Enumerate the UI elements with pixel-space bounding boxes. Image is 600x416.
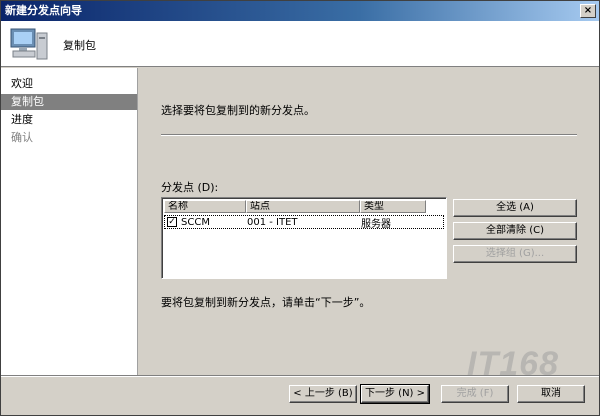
wizard-header: 复制包	[1, 21, 599, 67]
page-title: 复制包	[63, 39, 96, 52]
watermark: IT168	[467, 345, 559, 383]
window-title: 新建分发点向导	[5, 4, 82, 17]
close-button[interactable]: ×	[580, 4, 596, 18]
step-copy-package: 复制包	[1, 94, 137, 110]
step-welcome: 欢迎	[11, 77, 33, 90]
cancel-button[interactable]: 取消	[517, 385, 585, 403]
hint-text: 要将包复制到新分发点，请单击“下一步”。	[161, 296, 371, 309]
checkbox[interactable]: ✓	[167, 217, 177, 227]
column-type[interactable]: 类型	[360, 200, 426, 213]
column-name[interactable]: 名称	[164, 200, 246, 213]
step-progress: 进度	[11, 113, 33, 126]
title-bar: 新建分发点向导 ×	[1, 1, 599, 21]
step-confirm: 确认	[11, 131, 33, 144]
next-button[interactable]: 下一步 (N) >	[360, 384, 430, 404]
finish-button[interactable]: 完成 (F)	[441, 385, 509, 403]
computer-icon	[10, 28, 48, 60]
column-site[interactable]: 站点	[246, 200, 360, 213]
distribution-points-label: 分发点 (D):	[161, 181, 219, 194]
item-type: 服务器	[361, 218, 391, 230]
item-site: 001 - ITET	[247, 216, 298, 228]
distribution-points-list[interactable]: 名称 站点 类型 ✓ SCCM 001 - ITET 服务器	[161, 197, 447, 279]
select-group-button[interactable]: 选择组 (G)...	[453, 245, 577, 263]
back-button[interactable]: < 上一步 (B)	[289, 385, 357, 403]
list-item[interactable]: ✓ SCCM 001 - ITET 服务器	[164, 215, 444, 230]
select-all-button[interactable]: 全选 (A)	[453, 199, 577, 217]
list-header: 名称 站点 类型	[164, 200, 444, 213]
content-pane: 选择要将包复制到的新分发点。 分发点 (D): 名称 站点 类型 ✓ SCCM …	[139, 68, 599, 375]
divider	[161, 134, 577, 136]
steps-pane: 欢迎 复制包 进度 确认	[1, 68, 138, 375]
intro-text: 选择要将包复制到的新分发点。	[161, 104, 315, 117]
item-name: SCCM	[181, 216, 210, 228]
clear-all-button[interactable]: 全部清除 (C)	[453, 222, 577, 240]
wizard-window: 新建分发点向导 × 复制包 欢迎 复制包 进度 确认 选择要将包复制到的新分发点…	[0, 0, 600, 416]
footer-divider	[1, 375, 599, 377]
